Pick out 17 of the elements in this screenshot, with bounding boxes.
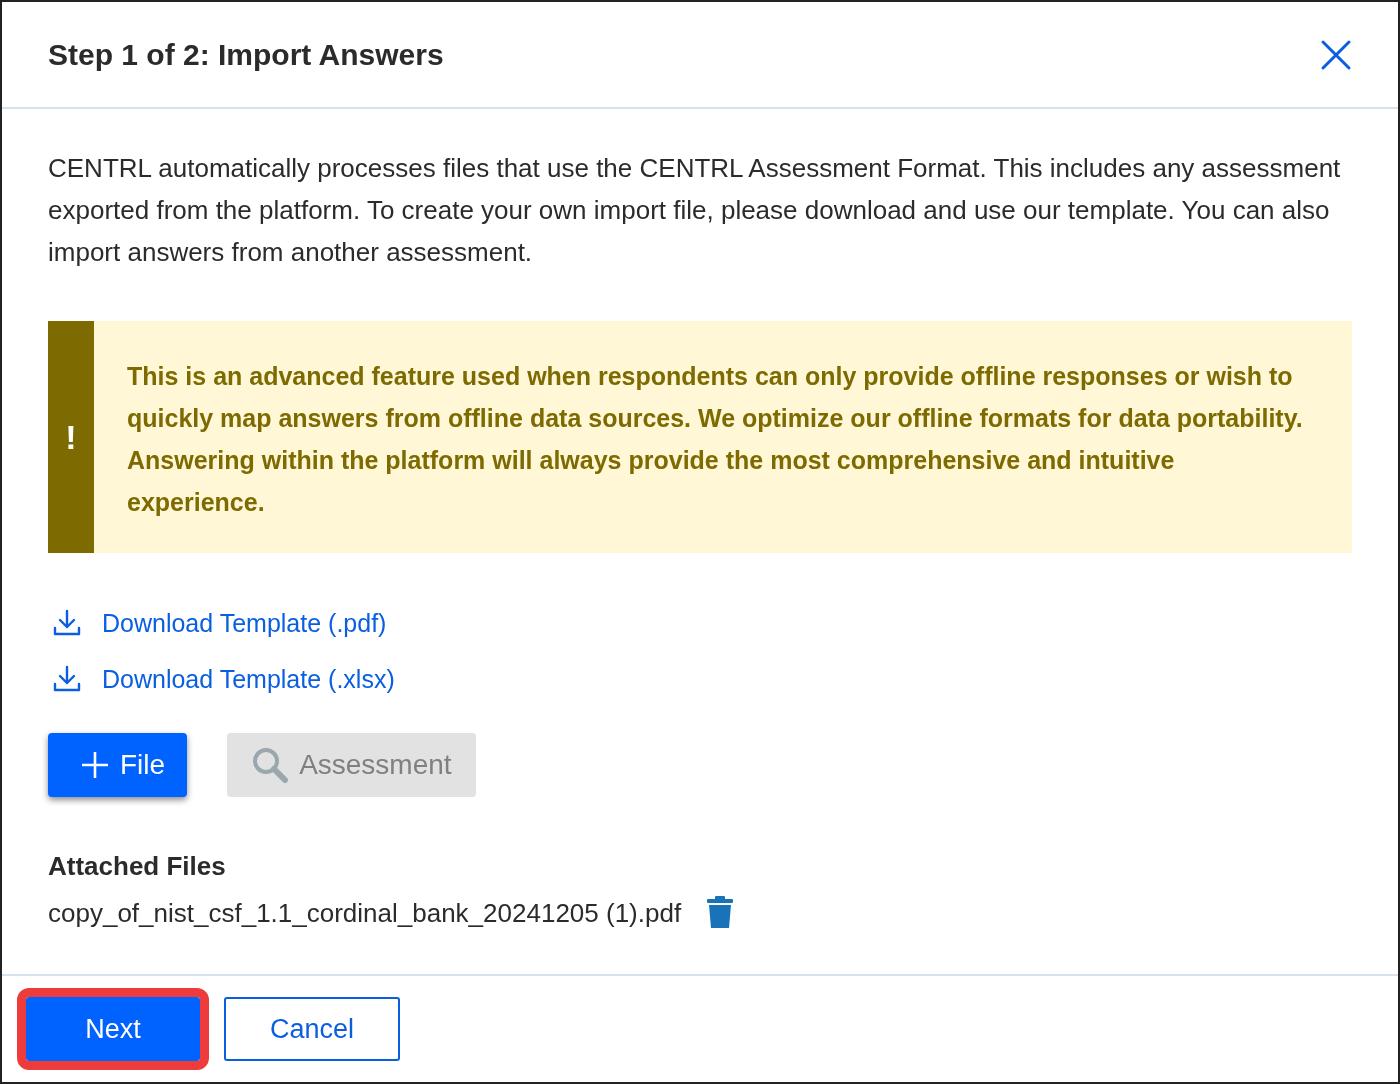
add-file-button[interactable]: File (48, 733, 188, 797)
attached-files-heading: Attached Files (48, 851, 227, 882)
dialog-title: Step 1 of 2: Import Answers (48, 37, 444, 72)
file-name: copy_of_nist_csf_1.1_cordinal_bank_20241205 (1).pdf (48, 898, 682, 929)
plus-icon (80, 750, 110, 780)
cancel-button[interactable]: Cancel (224, 997, 400, 1061)
trash-icon (707, 896, 734, 928)
intro-paragraph: CENTRL automatically processes files that use the CENTRL Assessment Format. This includes any assessment exported from the platform. To create your own import file, please download and use our template. You can also import answers from another assessment. (48, 152, 1342, 269)
search-icon (251, 746, 290, 784)
download-icon (52, 608, 82, 638)
close-button[interactable] (1320, 38, 1352, 71)
download-link[interactable]: Download Template (.pdf) (102, 608, 387, 638)
download-icon (52, 664, 82, 694)
download-link[interactable]: Download Template (.xlsx) (102, 664, 395, 694)
warning-text: This is an advanced feature used when respondents can only provide offline responses or wish to quickly map answers from offline data sources. We optimize our offline formats for data portability. Answering within the platform will always provide the most comprehensive and intuitive experience. (126, 361, 1304, 518)
delete-button[interactable] (707, 896, 734, 931)
exclamation-icon: ! (48, 321, 94, 553)
